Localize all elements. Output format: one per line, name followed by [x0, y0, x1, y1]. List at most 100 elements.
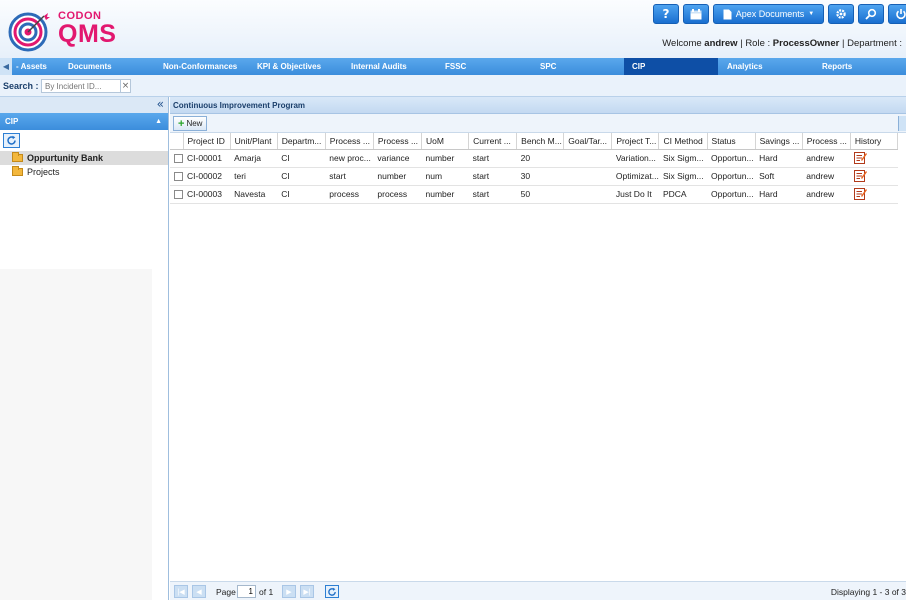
search-bar: Search : ×: [0, 75, 906, 97]
toolbar-overflow-button[interactable]: [898, 116, 906, 131]
tab-fssc[interactable]: FSSC: [445, 58, 466, 75]
welcome-text: Welcome andrew | Role : ProcessOwner | D…: [662, 38, 902, 49]
next-page-icon: ▶: [286, 588, 292, 596]
help-button[interactable]: ?: [653, 4, 679, 24]
collapse-sidebar-button[interactable]: «: [0, 97, 168, 113]
row-checkbox[interactable]: [174, 153, 183, 163]
clear-search-button[interactable]: ×: [120, 79, 131, 93]
table-cell: andrew: [802, 149, 851, 168]
table-cell: teri: [230, 167, 278, 186]
table-cell: Hard: [755, 185, 803, 204]
column-header[interactable]: CI Method: [658, 133, 708, 150]
table-cell: 20: [516, 149, 564, 168]
cip-main-panel: Continuous Improvement Program + New Pro…: [170, 97, 906, 600]
history-edit-icon[interactable]: [854, 187, 868, 200]
question-icon: ?: [662, 7, 670, 21]
nav-scroll-left-button[interactable]: ◀: [0, 58, 12, 75]
tab-assets[interactable]: - Assets: [16, 58, 47, 75]
double-chevron-left-icon: «: [156, 97, 164, 111]
column-header[interactable]: Bench M...: [516, 133, 565, 150]
codon-qms-logo[interactable]: CODON QMS: [8, 6, 128, 54]
table-cell: number: [421, 185, 469, 204]
grid-header-row: Project ID Unit/Plant Departm... Process…: [170, 133, 899, 150]
table-cell: Opportun...: [707, 167, 756, 186]
table-row[interactable]: CI-00003 Navesta CI process process numb…: [170, 185, 898, 204]
settings-button[interactable]: [828, 4, 854, 24]
first-page-icon: |◀: [177, 588, 185, 596]
last-page-button[interactable]: ▶|: [300, 585, 314, 598]
select-column-header: [170, 133, 184, 150]
first-page-button[interactable]: |◀: [174, 585, 188, 598]
cip-panel-header[interactable]: CIP ▲: [0, 113, 168, 130]
logout-button[interactable]: [888, 4, 906, 24]
tab-non-conformances[interactable]: Non-Conformances: [163, 58, 237, 75]
tree-item-projects[interactable]: Projects: [0, 165, 168, 179]
tab-spc[interactable]: SPC: [540, 58, 556, 75]
search-button[interactable]: [858, 4, 884, 24]
table-cell: process: [373, 185, 422, 204]
table-cell: CI: [277, 149, 326, 168]
column-header[interactable]: UoM: [421, 133, 470, 150]
caret-up-icon: ▲: [155, 118, 162, 125]
page-label: Page: [216, 587, 236, 597]
tree-item-opportunity-bank[interactable]: Oppurtunity Bank: [0, 151, 168, 165]
column-header[interactable]: Process ...: [325, 133, 374, 150]
column-header[interactable]: Process ...: [373, 133, 422, 150]
folder-icon: [12, 152, 23, 162]
prev-page-button[interactable]: ◀: [192, 585, 206, 598]
table-cell: start: [325, 167, 374, 186]
tab-analytics[interactable]: Analytics: [727, 58, 763, 75]
incident-search-input[interactable]: [41, 79, 121, 93]
document-icon: [723, 9, 732, 19]
page-number-input[interactable]: [237, 585, 256, 598]
table-cell: start: [468, 185, 517, 204]
table-cell: CI-00002: [183, 167, 231, 186]
column-header[interactable]: Goal/Tar...: [563, 133, 613, 150]
table-cell: Opportun...: [707, 185, 756, 204]
table-cell: [563, 167, 612, 186]
tab-documents[interactable]: Documents: [68, 58, 112, 75]
column-header[interactable]: Current ...: [468, 133, 518, 150]
row-checkbox[interactable]: [174, 189, 183, 199]
role-label: Role :: [745, 38, 771, 49]
tree-refresh-button[interactable]: [3, 133, 20, 148]
table-cell: Soft: [755, 167, 803, 186]
table-cell: [563, 185, 612, 204]
paging-summary: Displaying 1 - 3 of 3: [830, 587, 906, 597]
column-header[interactable]: Departm...: [277, 133, 326, 150]
column-header[interactable]: Project ID: [183, 133, 231, 150]
column-header[interactable]: Status: [707, 133, 756, 150]
calendar-button[interactable]: [683, 4, 709, 24]
column-header[interactable]: Process ...: [802, 133, 851, 150]
row-checkbox[interactable]: [174, 171, 183, 181]
new-button[interactable]: + New: [173, 116, 208, 131]
grid-toolbar: + New: [170, 114, 906, 133]
column-header[interactable]: Savings ...: [755, 133, 803, 150]
column-header[interactable]: Project T...: [611, 133, 660, 150]
tree-item-label: Projects: [27, 167, 60, 177]
app-header: CODON QMS ? Apex Documents ▼ Welcome and…: [0, 0, 906, 58]
history-cell: [850, 149, 898, 168]
table-cell: [563, 149, 612, 168]
tab-cip[interactable]: CIP: [624, 58, 718, 75]
history-edit-icon[interactable]: [854, 169, 868, 182]
table-cell: variance: [373, 149, 422, 168]
next-page-button[interactable]: ▶: [282, 585, 296, 598]
table-cell: Six Sigm...: [658, 167, 708, 186]
tab-internal-audits[interactable]: Internal Audits: [351, 58, 407, 75]
row-select-cell: [170, 185, 184, 204]
column-header[interactable]: History: [850, 133, 899, 150]
table-row[interactable]: CI-00001 Amarja CI new proc... variance …: [170, 149, 898, 168]
power-icon: [896, 9, 906, 20]
column-header[interactable]: Unit/Plant: [230, 133, 278, 150]
cip-sidebar: « CIP ▲ Oppurtunity Bank Projects: [0, 97, 169, 600]
history-edit-icon[interactable]: [854, 151, 868, 164]
grid-refresh-button[interactable]: [325, 585, 339, 598]
tab-kpi-objectives[interactable]: KPI & Objectives: [257, 58, 321, 75]
target-logo-icon: [8, 12, 50, 52]
table-cell: number: [421, 149, 469, 168]
apex-documents-dropdown[interactable]: Apex Documents ▼: [713, 4, 824, 24]
tab-reports[interactable]: Reports: [822, 58, 852, 75]
table-cell: andrew: [802, 185, 851, 204]
table-row[interactable]: CI-00002 teri CI start number num start …: [170, 167, 898, 186]
